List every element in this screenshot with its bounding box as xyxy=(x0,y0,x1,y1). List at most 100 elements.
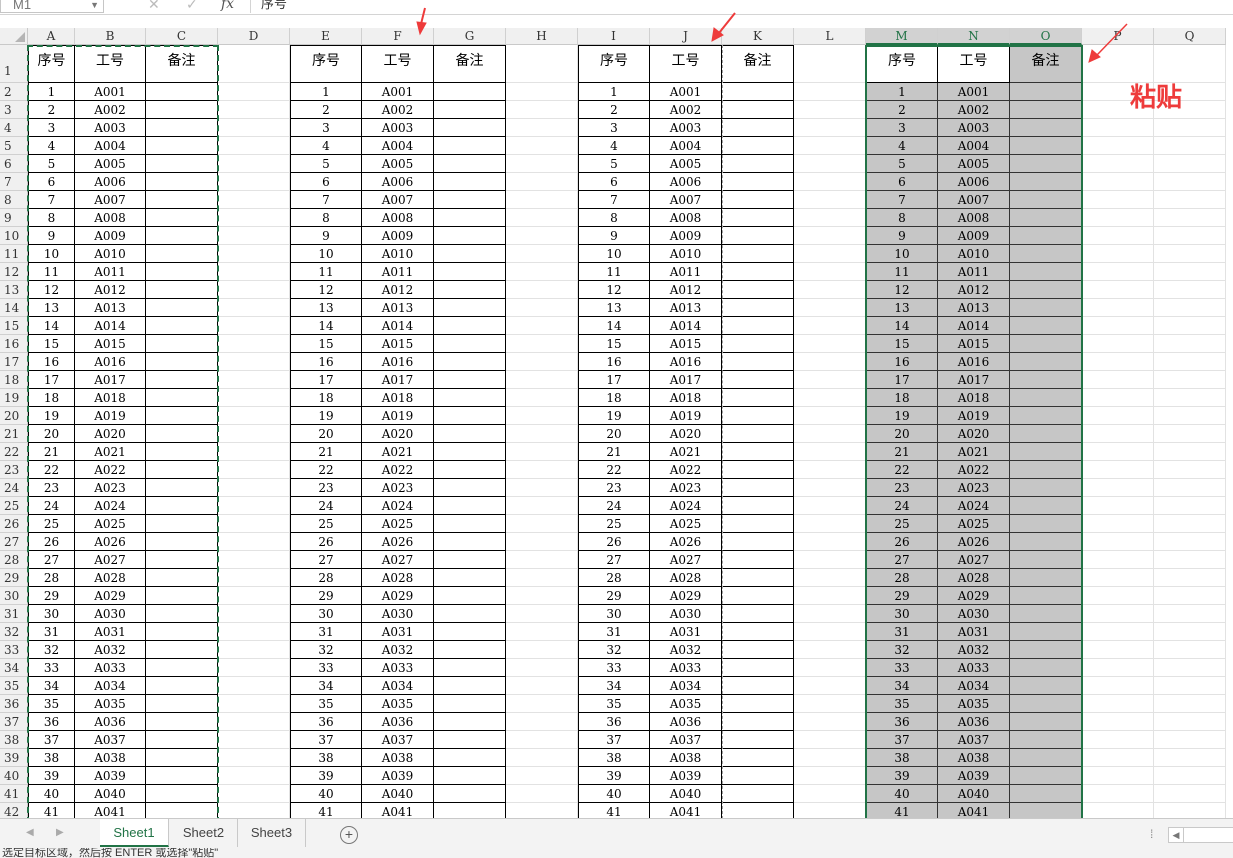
cell-p28[interactable] xyxy=(1082,551,1154,569)
cell-b11[interactable]: A010 xyxy=(75,245,146,263)
cell-f29[interactable]: A028 xyxy=(362,569,434,587)
cell-a32[interactable]: 31 xyxy=(28,623,75,641)
cell-p13[interactable] xyxy=(1082,281,1154,299)
cell-g4[interactable] xyxy=(434,119,506,137)
cell-n34[interactable]: A033 xyxy=(938,659,1010,677)
cell-l37[interactable] xyxy=(794,713,866,731)
cell-e8[interactable]: 7 xyxy=(290,191,362,209)
row-header-31[interactable]: 31 xyxy=(0,605,28,623)
cell-m14[interactable]: 13 xyxy=(866,299,938,317)
cell-f21[interactable]: A020 xyxy=(362,425,434,443)
cell-c20[interactable] xyxy=(146,407,218,425)
cell-m22[interactable]: 21 xyxy=(866,443,938,461)
cell-k1[interactable]: 备注 xyxy=(722,45,794,83)
cell-c42[interactable] xyxy=(146,803,218,818)
cell-p27[interactable] xyxy=(1082,533,1154,551)
cell-o30[interactable] xyxy=(1010,587,1082,605)
cell-h13[interactable] xyxy=(506,281,578,299)
cell-e13[interactable]: 12 xyxy=(290,281,362,299)
cell-j24[interactable]: A023 xyxy=(650,479,722,497)
cell-a21[interactable]: 20 xyxy=(28,425,75,443)
cell-f27[interactable]: A026 xyxy=(362,533,434,551)
cell-i10[interactable]: 9 xyxy=(578,227,650,245)
cell-c18[interactable] xyxy=(146,371,218,389)
cell-f14[interactable]: A013 xyxy=(362,299,434,317)
cell-h29[interactable] xyxy=(506,569,578,587)
cell-l17[interactable] xyxy=(794,353,866,371)
cell-m20[interactable]: 19 xyxy=(866,407,938,425)
cell-n28[interactable]: A027 xyxy=(938,551,1010,569)
cell-o6[interactable] xyxy=(1010,155,1082,173)
cell-n40[interactable]: A039 xyxy=(938,767,1010,785)
cell-d4[interactable] xyxy=(218,119,290,137)
cell-m41[interactable]: 40 xyxy=(866,785,938,803)
cell-p14[interactable] xyxy=(1082,299,1154,317)
cell-j30[interactable]: A029 xyxy=(650,587,722,605)
cell-k40[interactable] xyxy=(722,767,794,785)
cell-k14[interactable] xyxy=(722,299,794,317)
cell-k23[interactable] xyxy=(722,461,794,479)
cell-g3[interactable] xyxy=(434,101,506,119)
cell-m12[interactable]: 11 xyxy=(866,263,938,281)
tab-sheet1[interactable]: Sheet1 xyxy=(100,819,169,847)
function-icon[interactable]: fx xyxy=(221,0,234,12)
cell-a27[interactable]: 26 xyxy=(28,533,75,551)
cell-k37[interactable] xyxy=(722,713,794,731)
cell-h42[interactable] xyxy=(506,803,578,818)
cell-l32[interactable] xyxy=(794,623,866,641)
cell-l18[interactable] xyxy=(794,371,866,389)
cell-k21[interactable] xyxy=(722,425,794,443)
cell-c32[interactable] xyxy=(146,623,218,641)
cell-k19[interactable] xyxy=(722,389,794,407)
column-header-a[interactable]: A xyxy=(28,28,75,45)
cell-i11[interactable]: 10 xyxy=(578,245,650,263)
cell-j18[interactable]: A017 xyxy=(650,371,722,389)
cell-c30[interactable] xyxy=(146,587,218,605)
cell-k30[interactable] xyxy=(722,587,794,605)
row-header-25[interactable]: 25 xyxy=(0,497,28,515)
cell-q33[interactable] xyxy=(1154,641,1226,659)
cell-n8[interactable]: A007 xyxy=(938,191,1010,209)
row-header-6[interactable]: 6 xyxy=(0,155,28,173)
cell-f2[interactable]: A001 xyxy=(362,83,434,101)
cell-n30[interactable]: A029 xyxy=(938,587,1010,605)
cell-q18[interactable] xyxy=(1154,371,1226,389)
cell-d9[interactable] xyxy=(218,209,290,227)
cell-a15[interactable]: 14 xyxy=(28,317,75,335)
tab-sheet2[interactable]: Sheet2 xyxy=(170,819,238,847)
row-header-27[interactable]: 27 xyxy=(0,533,28,551)
cell-a6[interactable]: 5 xyxy=(28,155,75,173)
cell-a13[interactable]: 12 xyxy=(28,281,75,299)
cell-p9[interactable] xyxy=(1082,209,1154,227)
cell-b1[interactable]: 工号 xyxy=(75,45,146,83)
cell-g12[interactable] xyxy=(434,263,506,281)
cell-q22[interactable] xyxy=(1154,443,1226,461)
cell-n20[interactable]: A019 xyxy=(938,407,1010,425)
cell-e39[interactable]: 38 xyxy=(290,749,362,767)
cell-d26[interactable] xyxy=(218,515,290,533)
cell-i32[interactable]: 31 xyxy=(578,623,650,641)
cell-i27[interactable]: 26 xyxy=(578,533,650,551)
cell-m4[interactable]: 3 xyxy=(866,119,938,137)
cell-j39[interactable]: A038 xyxy=(650,749,722,767)
cell-c24[interactable] xyxy=(146,479,218,497)
cell-q41[interactable] xyxy=(1154,785,1226,803)
cell-n22[interactable]: A021 xyxy=(938,443,1010,461)
cell-n39[interactable]: A038 xyxy=(938,749,1010,767)
cell-l41[interactable] xyxy=(794,785,866,803)
cell-b42[interactable]: A041 xyxy=(75,803,146,818)
cell-q4[interactable] xyxy=(1154,119,1226,137)
cell-f32[interactable]: A031 xyxy=(362,623,434,641)
cell-g41[interactable] xyxy=(434,785,506,803)
cell-m6[interactable]: 5 xyxy=(866,155,938,173)
cell-d31[interactable] xyxy=(218,605,290,623)
cell-o24[interactable] xyxy=(1010,479,1082,497)
row-header-11[interactable]: 11 xyxy=(0,245,28,263)
cell-c17[interactable] xyxy=(146,353,218,371)
cell-l1[interactable] xyxy=(794,45,866,83)
cell-q39[interactable] xyxy=(1154,749,1226,767)
row-header-33[interactable]: 33 xyxy=(0,641,28,659)
cell-g8[interactable] xyxy=(434,191,506,209)
cell-d25[interactable] xyxy=(218,497,290,515)
cell-n3[interactable]: A002 xyxy=(938,101,1010,119)
